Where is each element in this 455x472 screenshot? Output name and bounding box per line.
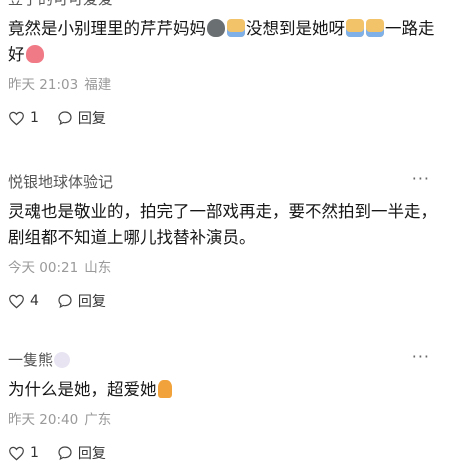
comment-text: 灵魂也是敬业的，拍完了一部戏再走，要不然拍到一半走，剧组都不知道上哪儿找替补演员… (8, 202, 437, 247)
comment-location: 山东 (84, 260, 112, 276)
panda-emoji (54, 352, 71, 368)
chat-bubble-icon (58, 111, 72, 126)
reply-button[interactable]: 回复 (57, 108, 106, 128)
crying-emoji (227, 19, 245, 37)
comment-time: 昨天 21:03 (8, 77, 79, 93)
like-count: 1 (30, 110, 39, 126)
crying-emoji (346, 19, 364, 37)
comment-item: 悦银地球体验记 ··· 灵魂也是敬业的，拍完了一部戏再走，要不然拍到一半走，剧组… (8, 169, 448, 311)
like-button[interactable]: 1 (8, 110, 39, 126)
stone-emoji (207, 19, 225, 37)
comment-meta: 今天 00:21 山东 (8, 259, 448, 277)
reply-label: 回复 (77, 294, 106, 310)
reply-label: 回复 (77, 111, 106, 127)
lungs-emoji (25, 45, 44, 63)
reply-label: 回复 (77, 446, 106, 462)
more-options-button[interactable]: ··· (412, 0, 430, 5)
comment-actions: 1 回复 (8, 108, 448, 128)
comment-actions: 1 回复 (8, 443, 448, 463)
like-button[interactable]: 4 (8, 293, 39, 309)
comment-meta: 昨天 21:03 福建 (8, 76, 448, 94)
chat-bubble-icon (58, 446, 72, 461)
praying-hands-emoji (157, 380, 172, 398)
comment-username[interactable]: 悦银地球体验记 (8, 171, 448, 193)
comment-username-text: 一隻熊 (8, 351, 54, 369)
comment-location: 福建 (84, 77, 112, 93)
reply-button[interactable]: 回复 (57, 443, 106, 463)
heart-outline-icon (9, 446, 24, 460)
comment-item: 豆子的可可爱爱 ··· 竟然是小别理里的芹芹妈妈没想到是她呀一路走好 昨天 21… (8, 0, 448, 128)
comment-text: 竟然是小别理里的芹芹妈妈 没想到是她呀 一路走好 (8, 16, 448, 68)
comment-text-part: 没想到是她呀 (246, 19, 345, 38)
comment-text-part: 竟然是小别理里的芹芹妈妈 (8, 19, 206, 38)
reply-button[interactable]: 回复 (57, 291, 106, 311)
comment-item: 一隻熊 ··· 为什么是她，超爱她 昨天 20:40 广东 1 回复 (8, 347, 448, 463)
like-count: 4 (30, 293, 39, 309)
like-button[interactable]: 1 (8, 445, 39, 461)
comment-time: 今天 00:21 (8, 260, 79, 276)
comment-username[interactable]: 豆子的可可爱爱 (8, 0, 448, 10)
comment-time: 昨天 20:40 (8, 412, 79, 428)
comment-actions: 4 回复 (8, 291, 448, 311)
comment-text: 为什么是她，超爱她 (8, 377, 448, 403)
chat-bubble-icon (58, 294, 72, 309)
comment-meta: 昨天 20:40 广东 (8, 411, 448, 429)
heart-outline-icon (9, 111, 24, 125)
crying-emoji (366, 19, 384, 37)
comment-text-part: 为什么是她，超爱她 (8, 380, 157, 399)
heart-outline-icon (9, 294, 24, 308)
comment-username[interactable]: 一隻熊 (8, 349, 448, 371)
more-options-button[interactable]: ··· (412, 169, 430, 188)
more-options-button[interactable]: ··· (412, 347, 430, 366)
comment-location: 广东 (84, 412, 112, 428)
like-count: 1 (30, 445, 39, 461)
